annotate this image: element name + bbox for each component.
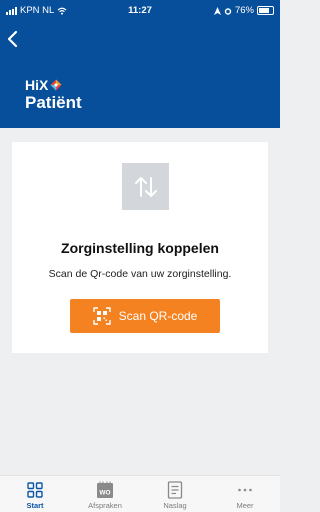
brand-subtitle: Patiënt xyxy=(25,93,82,112)
location-icon xyxy=(213,6,221,15)
app-header: KPN NL 11:27 76% HiX Patiënt xyxy=(0,0,280,128)
tab-naslag-label: Naslag xyxy=(163,501,187,510)
card-title: Zorginstelling koppelen xyxy=(61,240,219,256)
tab-start[interactable]: Start xyxy=(0,476,70,512)
battery-icon xyxy=(257,6,274,15)
tab-start-label: Start xyxy=(26,501,44,510)
tab-meer[interactable]: Meer xyxy=(210,476,280,512)
tab-afspraken[interactable]: WO Afspraken xyxy=(70,476,140,512)
qr-scan-icon xyxy=(92,307,111,325)
link-institution-card: Zorginstelling koppelen Scan de Qr-code … xyxy=(12,142,268,353)
chevron-left-icon xyxy=(7,30,18,48)
alarm-icon xyxy=(224,7,232,15)
logo-mark-icon xyxy=(50,79,62,91)
tab-naslag[interactable]: Naslag xyxy=(140,476,210,512)
bottom-tab-bar: Start WO Afspraken Naslag Meer xyxy=(0,475,280,512)
tab-afspraken-label: Afspraken xyxy=(88,501,122,510)
grid-icon xyxy=(27,482,43,498)
more-icon xyxy=(238,488,252,492)
brand-hix-label: HiX xyxy=(25,77,49,93)
calendar-badge: WO xyxy=(99,490,110,497)
document-icon xyxy=(167,481,183,499)
card-description: Scan de Qr-code van uw zorginstelling. xyxy=(48,268,232,280)
status-right: 76% xyxy=(213,5,274,16)
back-button[interactable] xyxy=(6,30,30,52)
scan-qr-button[interactable]: Scan QR-code xyxy=(70,299,220,333)
sync-tile xyxy=(122,163,169,210)
battery-percent: 76% xyxy=(234,5,254,16)
tab-meer-label: Meer xyxy=(236,501,254,510)
status-bar: KPN NL 11:27 76% xyxy=(0,0,280,20)
calendar-icon: WO xyxy=(97,481,113,498)
swap-arrows-icon xyxy=(134,176,157,197)
scan-qr-label: Scan QR-code xyxy=(118,309,198,323)
brand-logo: HiX Patiënt xyxy=(25,78,82,111)
